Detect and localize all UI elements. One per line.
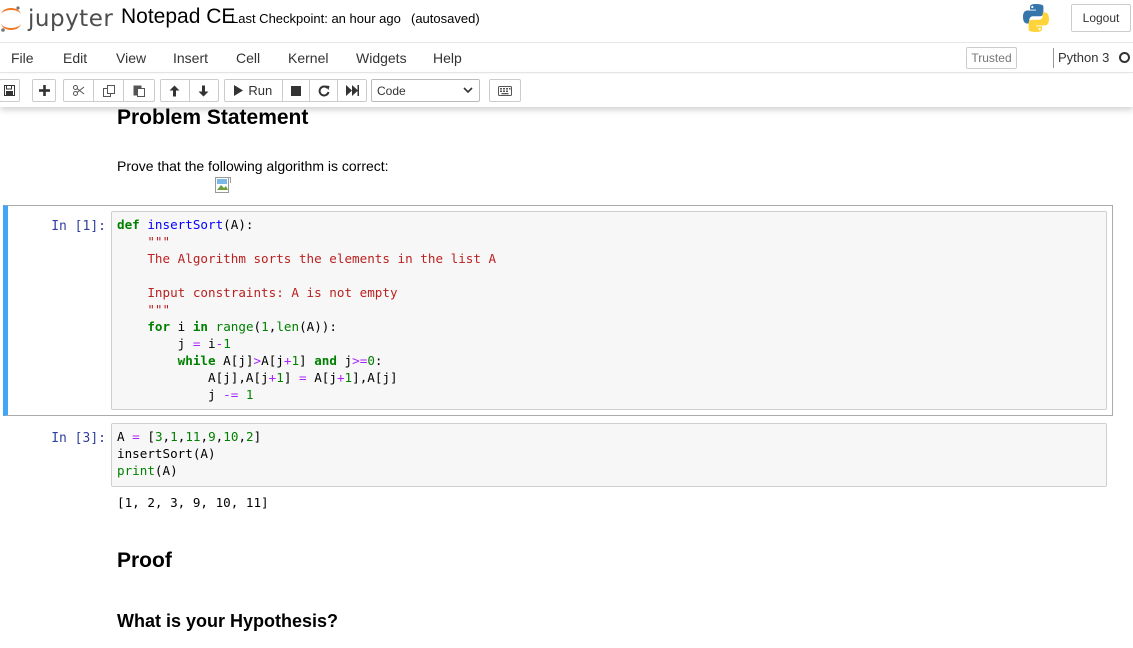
logout-button[interactable]: Logout	[1071, 4, 1131, 32]
toolbar: Run Code	[0, 74, 1133, 107]
copy-button[interactable]	[94, 80, 124, 101]
menu-kernel[interactable]: Kernel	[288, 50, 328, 66]
menubar: File Edit View Insert Cell Kernel Widget…	[0, 42, 1133, 73]
menu-insert[interactable]: Insert	[173, 50, 208, 66]
cell-1-code: def insertSort(A): """ The Algorithm sor…	[117, 216, 496, 403]
checkpoint-status: Last Checkpoint: an hour ago	[231, 11, 401, 26]
interrupt-button[interactable]	[283, 80, 311, 101]
cell-2-code: A = [3,1,11,9,10,2] insertSort(A) print(A)	[117, 428, 261, 479]
paste-button[interactable]	[124, 80, 154, 101]
chevron-down-icon	[463, 87, 473, 94]
insert-cell-button[interactable]	[32, 79, 56, 102]
restart-run-all-button[interactable]	[338, 80, 366, 101]
code-line: insertSort(A)	[117, 446, 216, 461]
code-line: j -= 1	[117, 387, 254, 402]
arrow-up-icon	[169, 85, 180, 96]
notebook-title[interactable]: Notepad CE	[121, 5, 235, 29]
paste-icon	[133, 85, 145, 97]
code-line: while A[j]>A[j+1] and j>=0:	[177, 353, 383, 368]
code-line: A = [3,1,11,9,10,2]	[117, 429, 262, 444]
code-line: """	[117, 302, 171, 317]
cell-type-select[interactable]: Code	[371, 79, 480, 102]
proof-heading: Proof	[117, 549, 172, 572]
code-line: """	[117, 234, 171, 249]
restart-button[interactable]	[310, 80, 339, 101]
move-up-button[interactable]	[161, 80, 190, 101]
stop-icon	[291, 85, 301, 96]
menu-widgets[interactable]: Widgets	[356, 50, 407, 66]
keyboard-icon	[498, 85, 512, 96]
jupyter-logo-text: jupyter	[28, 6, 114, 32]
move-group	[160, 79, 219, 102]
code-line: Input constraints: A is not empty	[117, 285, 398, 300]
kernel-separator	[1053, 48, 1054, 68]
menu-cell[interactable]: Cell	[236, 50, 260, 66]
save-button[interactable]	[0, 79, 20, 102]
code-line: The Algorithm sorts the elements in the …	[117, 251, 497, 266]
move-down-button[interactable]	[190, 80, 218, 101]
cut-icon	[72, 85, 84, 96]
cell-2-input[interactable]: A = [3,1,11,9,10,2] insertSort(A) print(A)	[111, 423, 1107, 487]
menu-view[interactable]: View	[116, 50, 146, 66]
code-line: print(A)	[117, 463, 178, 478]
menu-file[interactable]: File	[11, 50, 34, 66]
run-group: Run	[224, 79, 367, 102]
kernel-idle-icon	[1119, 52, 1130, 63]
broken-image-icon	[215, 177, 231, 193]
jupyter-logo[interactable]: jupyter	[0, 2, 113, 36]
cell-1-prompt: In [1]:	[51, 219, 106, 234]
header: jupyter Notepad CE Last Checkpoint: an h…	[0, 0, 1133, 42]
restart-icon	[318, 84, 330, 96]
fast-forward-icon	[345, 85, 359, 96]
cut-button[interactable]	[64, 80, 94, 101]
save-icon	[4, 85, 15, 96]
run-button[interactable]: Run	[225, 80, 283, 101]
plus-icon	[38, 85, 50, 96]
clipboard-group	[63, 79, 155, 102]
code-line: def insertSort(A):	[117, 217, 254, 232]
copy-icon	[102, 84, 115, 97]
code-line: A[j],A[j+1] = A[j+1],A[j]	[117, 370, 398, 385]
menu-edit[interactable]: Edit	[63, 50, 87, 66]
run-button-label: Run	[248, 83, 273, 98]
cell-1-input[interactable]: def insertSort(A): """ The Algorithm sor…	[111, 211, 1107, 410]
problem-statement-heading: Problem Statement	[117, 106, 309, 129]
play-icon	[234, 85, 244, 96]
arrow-down-icon	[198, 85, 209, 96]
code-line: for i in range(1,len(A)):	[147, 319, 337, 334]
autosave-status: (autosaved)	[411, 11, 480, 26]
jupyter-logo-icon	[1, 6, 21, 32]
command-palette-button[interactable]	[489, 79, 521, 102]
problem-statement-text: Prove that the following algorithm is co…	[117, 158, 389, 174]
hypothesis-heading: What is your Hypothesis?	[117, 611, 339, 631]
cell-2-prompt: In [3]:	[51, 431, 106, 446]
cell-type-value: Code	[377, 83, 406, 98]
kernel-name: Python 3	[1058, 50, 1110, 65]
menu-help[interactable]: Help	[433, 50, 462, 66]
cell-2-output: [1, 2, 3, 9, 10, 11]	[117, 495, 269, 510]
code-line: j = i-1	[117, 336, 231, 351]
trusted-indicator[interactable]: Trusted	[966, 47, 1017, 69]
notebook: Problem Statement Prove that the followi…	[0, 106, 1133, 648]
python-icon	[1023, 4, 1049, 32]
